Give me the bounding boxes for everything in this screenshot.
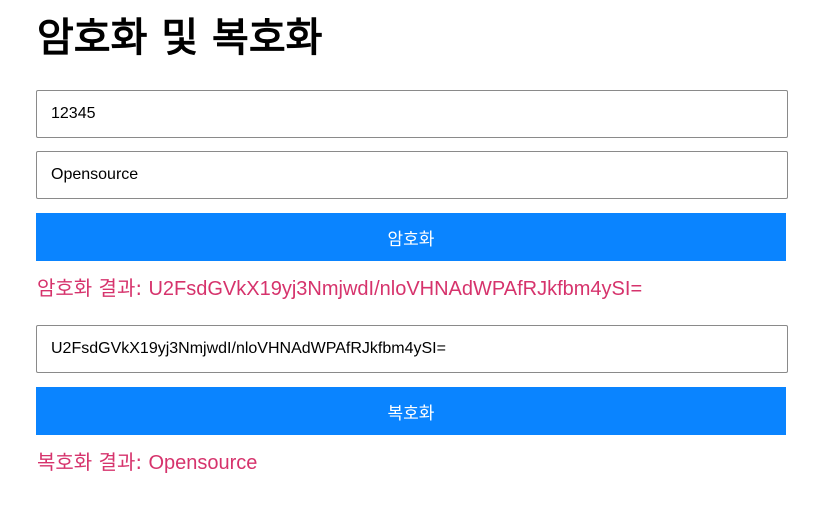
- decrypt-result-value: Opensource: [148, 452, 258, 474]
- plaintext-input[interactable]: [36, 151, 788, 199]
- page-title: 암호화 및 복호화: [37, 15, 323, 61]
- decrypt-button[interactable]: 복호화: [36, 387, 786, 435]
- encrypt-button[interactable]: 암호화: [36, 213, 786, 261]
- encrypt-result-value: U2FsdGVkX19yj3NmjwdI/nloVHNAdWPAfRJkfbm4…: [148, 278, 643, 300]
- encrypt-result: 암호화 결과: U2FsdGVkX19yj3NmjwdI/nloVHNAdWPA…: [37, 276, 642, 301]
- decrypt-result-label: 복호화 결과:: [37, 450, 149, 474]
- encrypt-result-label: 암호화 결과:: [37, 276, 149, 300]
- decrypt-result: 복호화 결과: Opensource: [37, 450, 257, 475]
- key-input[interactable]: [36, 90, 788, 138]
- page: 암호화 및 복호화 암호화 암호화 결과: U2FsdGVkX19yj3Nmjw…: [0, 0, 824, 532]
- ciphertext-input[interactable]: [36, 325, 788, 373]
